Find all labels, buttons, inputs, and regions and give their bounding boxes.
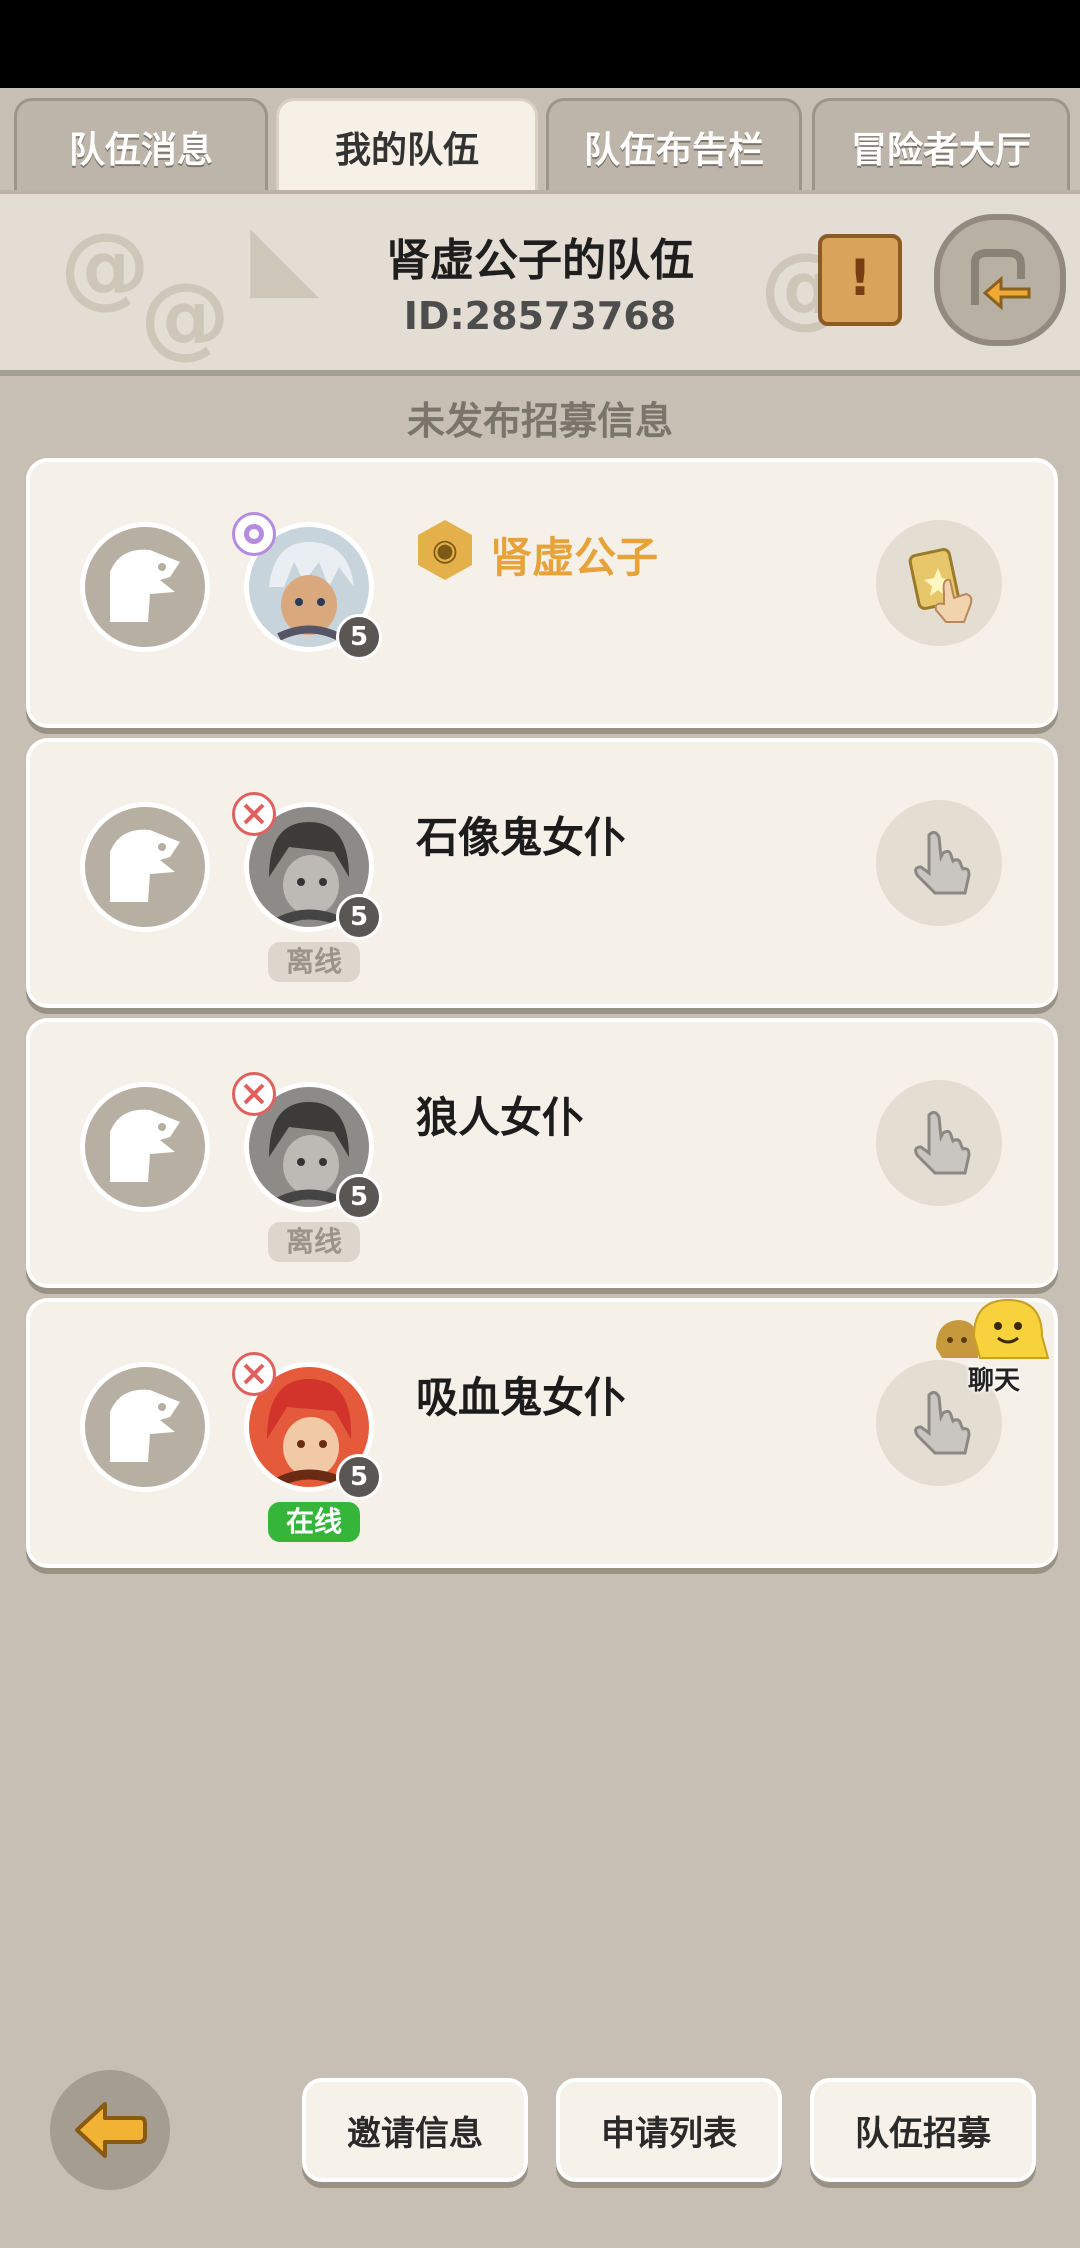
team-id: ID:28573768: [403, 294, 677, 338]
member-name: 狼人女仆: [416, 1093, 585, 1142]
level-badge: 5: [336, 1174, 382, 1220]
member-card: 5 离线 石像鬼女仆: [26, 738, 1058, 1008]
pet-slot[interactable]: [80, 1362, 210, 1492]
apply-list-button[interactable]: 申请列表: [556, 2078, 782, 2182]
pet-slot[interactable]: [80, 522, 210, 652]
back-arrow-icon: [75, 2102, 147, 2158]
team-recruit-button[interactable]: 队伍招募: [810, 2078, 1036, 2182]
member-name: 石像鬼女仆: [416, 813, 627, 862]
level-badge: 5: [336, 894, 382, 940]
member-card: 5 在线 吸血鬼女仆: [26, 1298, 1058, 1568]
chat-button[interactable]: 聊天: [934, 1296, 1054, 1396]
member-card: 5 离线 狼人女仆: [26, 1018, 1058, 1288]
level-badge: 5: [336, 1454, 382, 1500]
status-bar: [0, 0, 1080, 88]
tab-team-bulletin[interactable]: 队伍布告栏: [546, 98, 802, 193]
leave-team-button[interactable]: [934, 214, 1066, 346]
member-name: 吸血鬼女仆: [416, 1373, 627, 1422]
recruit-status-text: 未发布招募信息: [406, 399, 673, 443]
class-warrior-icon: [232, 1072, 276, 1116]
tab-bar: 队伍消息 我的队伍 队伍布告栏 冒险者大厅: [0, 88, 1080, 193]
offline-status-badge: 离线: [268, 1222, 360, 1262]
pet-silhouette-icon: [110, 549, 180, 622]
member-action-button[interactable]: [876, 800, 1002, 926]
invite-info-button[interactable]: 邀请信息: [302, 2078, 528, 2182]
leader-crest-icon: ◉: [418, 520, 472, 580]
class-warrior-icon: [232, 1352, 276, 1396]
tab-team-messages[interactable]: 队伍消息: [14, 98, 268, 193]
hand-tap-icon: [914, 830, 971, 895]
hand-tap-icon: [914, 1110, 971, 1175]
online-status-badge: 在线: [268, 1502, 360, 1542]
class-warrior-icon: [232, 792, 276, 836]
member-action-button[interactable]: [876, 1080, 1002, 1206]
pet-slot[interactable]: [80, 802, 210, 932]
team-header: @ ◣ @ @ 肾虚公子的队伍 ID:28573768 !: [0, 190, 1080, 376]
exit-arrow-icon: [971, 249, 1031, 311]
pet-silhouette-icon: [110, 829, 180, 902]
tab-adventurer-hall[interactable]: 冒险者大厅: [812, 98, 1070, 193]
member-name: 肾虚公子: [490, 533, 659, 582]
class-mage-icon: [232, 512, 276, 556]
card-tap-icon: [908, 548, 973, 623]
member-card: 5 ◉ 肾虚公子: [26, 458, 1058, 728]
team-title: 肾虚公子的队伍: [386, 235, 694, 286]
member-action-button[interactable]: [876, 520, 1002, 646]
tab-my-team[interactable]: 我的队伍: [276, 98, 538, 193]
pet-slot[interactable]: [80, 1082, 210, 1212]
back-button[interactable]: [50, 2070, 170, 2190]
pet-silhouette-icon: [110, 1109, 180, 1182]
offline-status-badge: 离线: [268, 942, 360, 982]
pet-silhouette-icon: [110, 1389, 180, 1462]
level-badge: 5: [336, 614, 382, 660]
notice-scroll-icon[interactable]: !: [818, 234, 902, 326]
chat-label: 聊天: [967, 1366, 1020, 1396]
